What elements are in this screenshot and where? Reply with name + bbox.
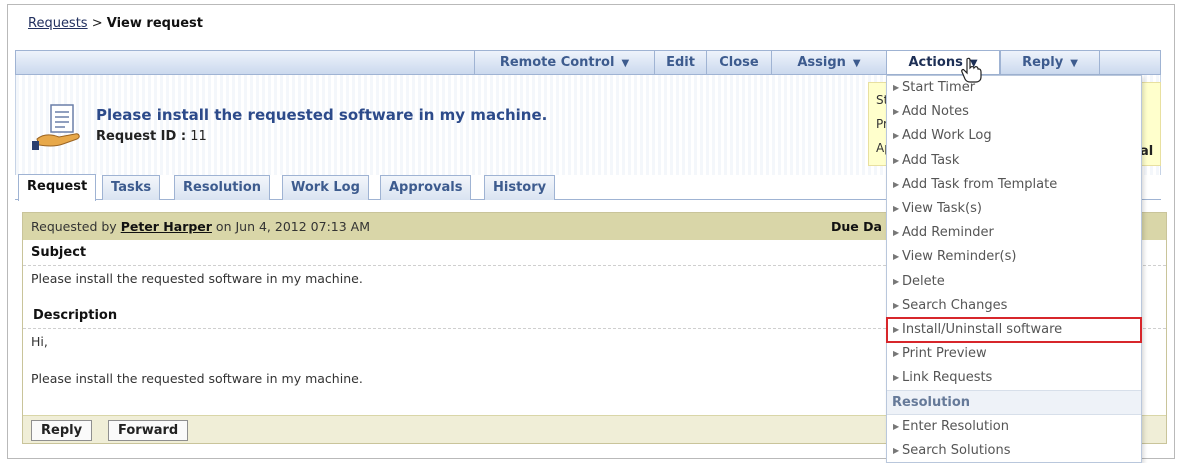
breadcrumb: Requests > View request	[28, 16, 203, 31]
menu-item-label: Install/Uninstall software	[902, 321, 1063, 337]
actions-button[interactable]: Actions ▼	[886, 51, 1000, 74]
caret-right-icon: ▶	[893, 131, 900, 141]
requester-link[interactable]: Peter Harper	[121, 219, 212, 234]
reply-button[interactable]: Reply ▼	[1000, 51, 1100, 74]
menu-item-add-task-from-template[interactable]: ▶ Add Task from Template	[887, 173, 1141, 197]
forward-button[interactable]: Forward	[108, 420, 189, 441]
caret-right-icon: ▶	[893, 300, 900, 310]
request-id: Request ID : 11	[96, 129, 207, 144]
assign-label: Assign	[797, 55, 846, 70]
menu-item-label: Enter Resolution	[902, 418, 1009, 434]
menu-item-link-requests[interactable]: ▶ Link Requests	[887, 366, 1141, 390]
breadcrumb-requests-link[interactable]: Requests	[28, 16, 88, 31]
hand-pointer-cursor-icon	[961, 57, 982, 83]
menu-item-label: Search Changes	[902, 297, 1008, 313]
menu-item-label: View Task(s)	[902, 200, 982, 216]
menu-item-add-task[interactable]: ▶ Add Task	[887, 149, 1141, 173]
actions-dropdown-menu: ▶ Start Timer ▶ Add Notes ▶ Add Work Log ▶ A…	[886, 75, 1142, 463]
chevron-down-icon: ▼	[621, 58, 630, 69]
menu-item-label: Add Task from Template	[902, 176, 1058, 192]
breadcrumb-separator: >	[87, 16, 107, 31]
caret-right-icon: ▶	[893, 228, 900, 238]
requested-on-date: on Jun 4, 2012 07:13 AM	[211, 219, 370, 234]
menu-section-resolution: Resolution	[887, 390, 1141, 415]
breadcrumb-current: View request	[106, 16, 203, 31]
actions-label: Actions	[908, 55, 963, 70]
caret-right-icon: ▶	[893, 421, 900, 431]
due-date-label: Due Da	[831, 219, 882, 234]
reply-bottom-button[interactable]: Reply	[31, 420, 93, 441]
tab-resolution[interactable]: Resolution	[174, 175, 271, 200]
requested-by-prefix: Requested by	[31, 219, 121, 234]
menu-item-print-preview[interactable]: ▶ Print Preview	[887, 342, 1141, 366]
menu-item-label: Add Notes	[902, 104, 969, 120]
menu-item-search-changes[interactable]: ▶ Search Changes	[887, 294, 1141, 318]
menu-item-label: Add Reminder	[902, 225, 994, 241]
assign-button[interactable]: Assign ▼	[771, 51, 886, 74]
request-title: Please install the requested software in…	[96, 106, 548, 124]
menu-item-label: Add Work Log	[902, 128, 992, 144]
caret-right-icon: ▶	[893, 155, 900, 165]
request-toolbar: Remote Control ▼ Edit Close Assign ▼ Actio…	[15, 50, 1161, 75]
menu-item-label: View Reminder(s)	[902, 249, 1017, 265]
menu-item-add-reminder[interactable]: ▶ Add Reminder	[887, 221, 1141, 245]
request-id-value: 11	[190, 129, 207, 144]
remote-control-button[interactable]: Remote Control ▼	[474, 51, 654, 74]
menu-item-enter-resolution[interactable]: ▶ Enter Resolution	[887, 415, 1141, 439]
tab-approvals[interactable]: Approvals	[380, 175, 472, 200]
caret-right-icon: ▶	[893, 179, 900, 189]
chevron-down-icon: ▼	[1070, 58, 1078, 69]
close-button[interactable]: Close	[706, 51, 771, 74]
caret-right-icon: ▶	[893, 324, 900, 334]
menu-item-view-reminders[interactable]: ▶ View Reminder(s)	[887, 245, 1141, 269]
menu-item-label: Print Preview	[902, 346, 987, 362]
tab-tasks[interactable]: Tasks	[102, 175, 161, 200]
menu-item-add-work-log[interactable]: ▶ Add Work Log	[887, 124, 1141, 148]
menu-item-view-tasks[interactable]: ▶ View Task(s)	[887, 197, 1141, 221]
menu-item-label: Link Requests	[902, 370, 993, 386]
caret-right-icon: ▶	[893, 373, 900, 383]
caret-right-icon: ▶	[893, 349, 900, 359]
edit-label: Edit	[666, 55, 695, 70]
close-label: Close	[719, 55, 759, 70]
menu-item-delete[interactable]: ▶ Delete	[887, 270, 1141, 294]
menu-item-search-solutions[interactable]: ▶ Search Solutions	[887, 439, 1141, 463]
caret-right-icon: ▶	[893, 252, 900, 262]
menu-item-label: Add Task	[902, 152, 960, 168]
caret-right-icon: ▶	[893, 83, 900, 92]
caret-right-icon: ▶	[893, 276, 900, 286]
caret-right-icon: ▶	[893, 203, 900, 213]
edit-button[interactable]: Edit	[654, 51, 706, 74]
menu-item-install-uninstall-software[interactable]: ▶ Install/Uninstall software	[886, 316, 1142, 344]
menu-item-label: Delete	[902, 273, 945, 289]
tab-request[interactable]: Request	[18, 174, 97, 201]
caret-right-icon: ▶	[893, 107, 900, 117]
request-document-hand-icon	[32, 104, 80, 150]
reply-label: Reply	[1022, 55, 1064, 70]
menu-item-start-timer[interactable]: ▶ Start Timer	[887, 76, 1141, 100]
chevron-down-icon: ▼	[852, 58, 861, 69]
request-id-label: Request ID :	[96, 129, 187, 144]
menu-item-add-notes[interactable]: ▶ Add Notes	[887, 100, 1141, 124]
tab-work-log[interactable]: Work Log	[282, 175, 369, 200]
caret-right-icon: ▶	[893, 445, 900, 455]
remote-control-label: Remote Control	[499, 55, 615, 70]
menu-item-label: Search Solutions	[902, 442, 1011, 458]
tab-history[interactable]: History	[484, 175, 556, 200]
